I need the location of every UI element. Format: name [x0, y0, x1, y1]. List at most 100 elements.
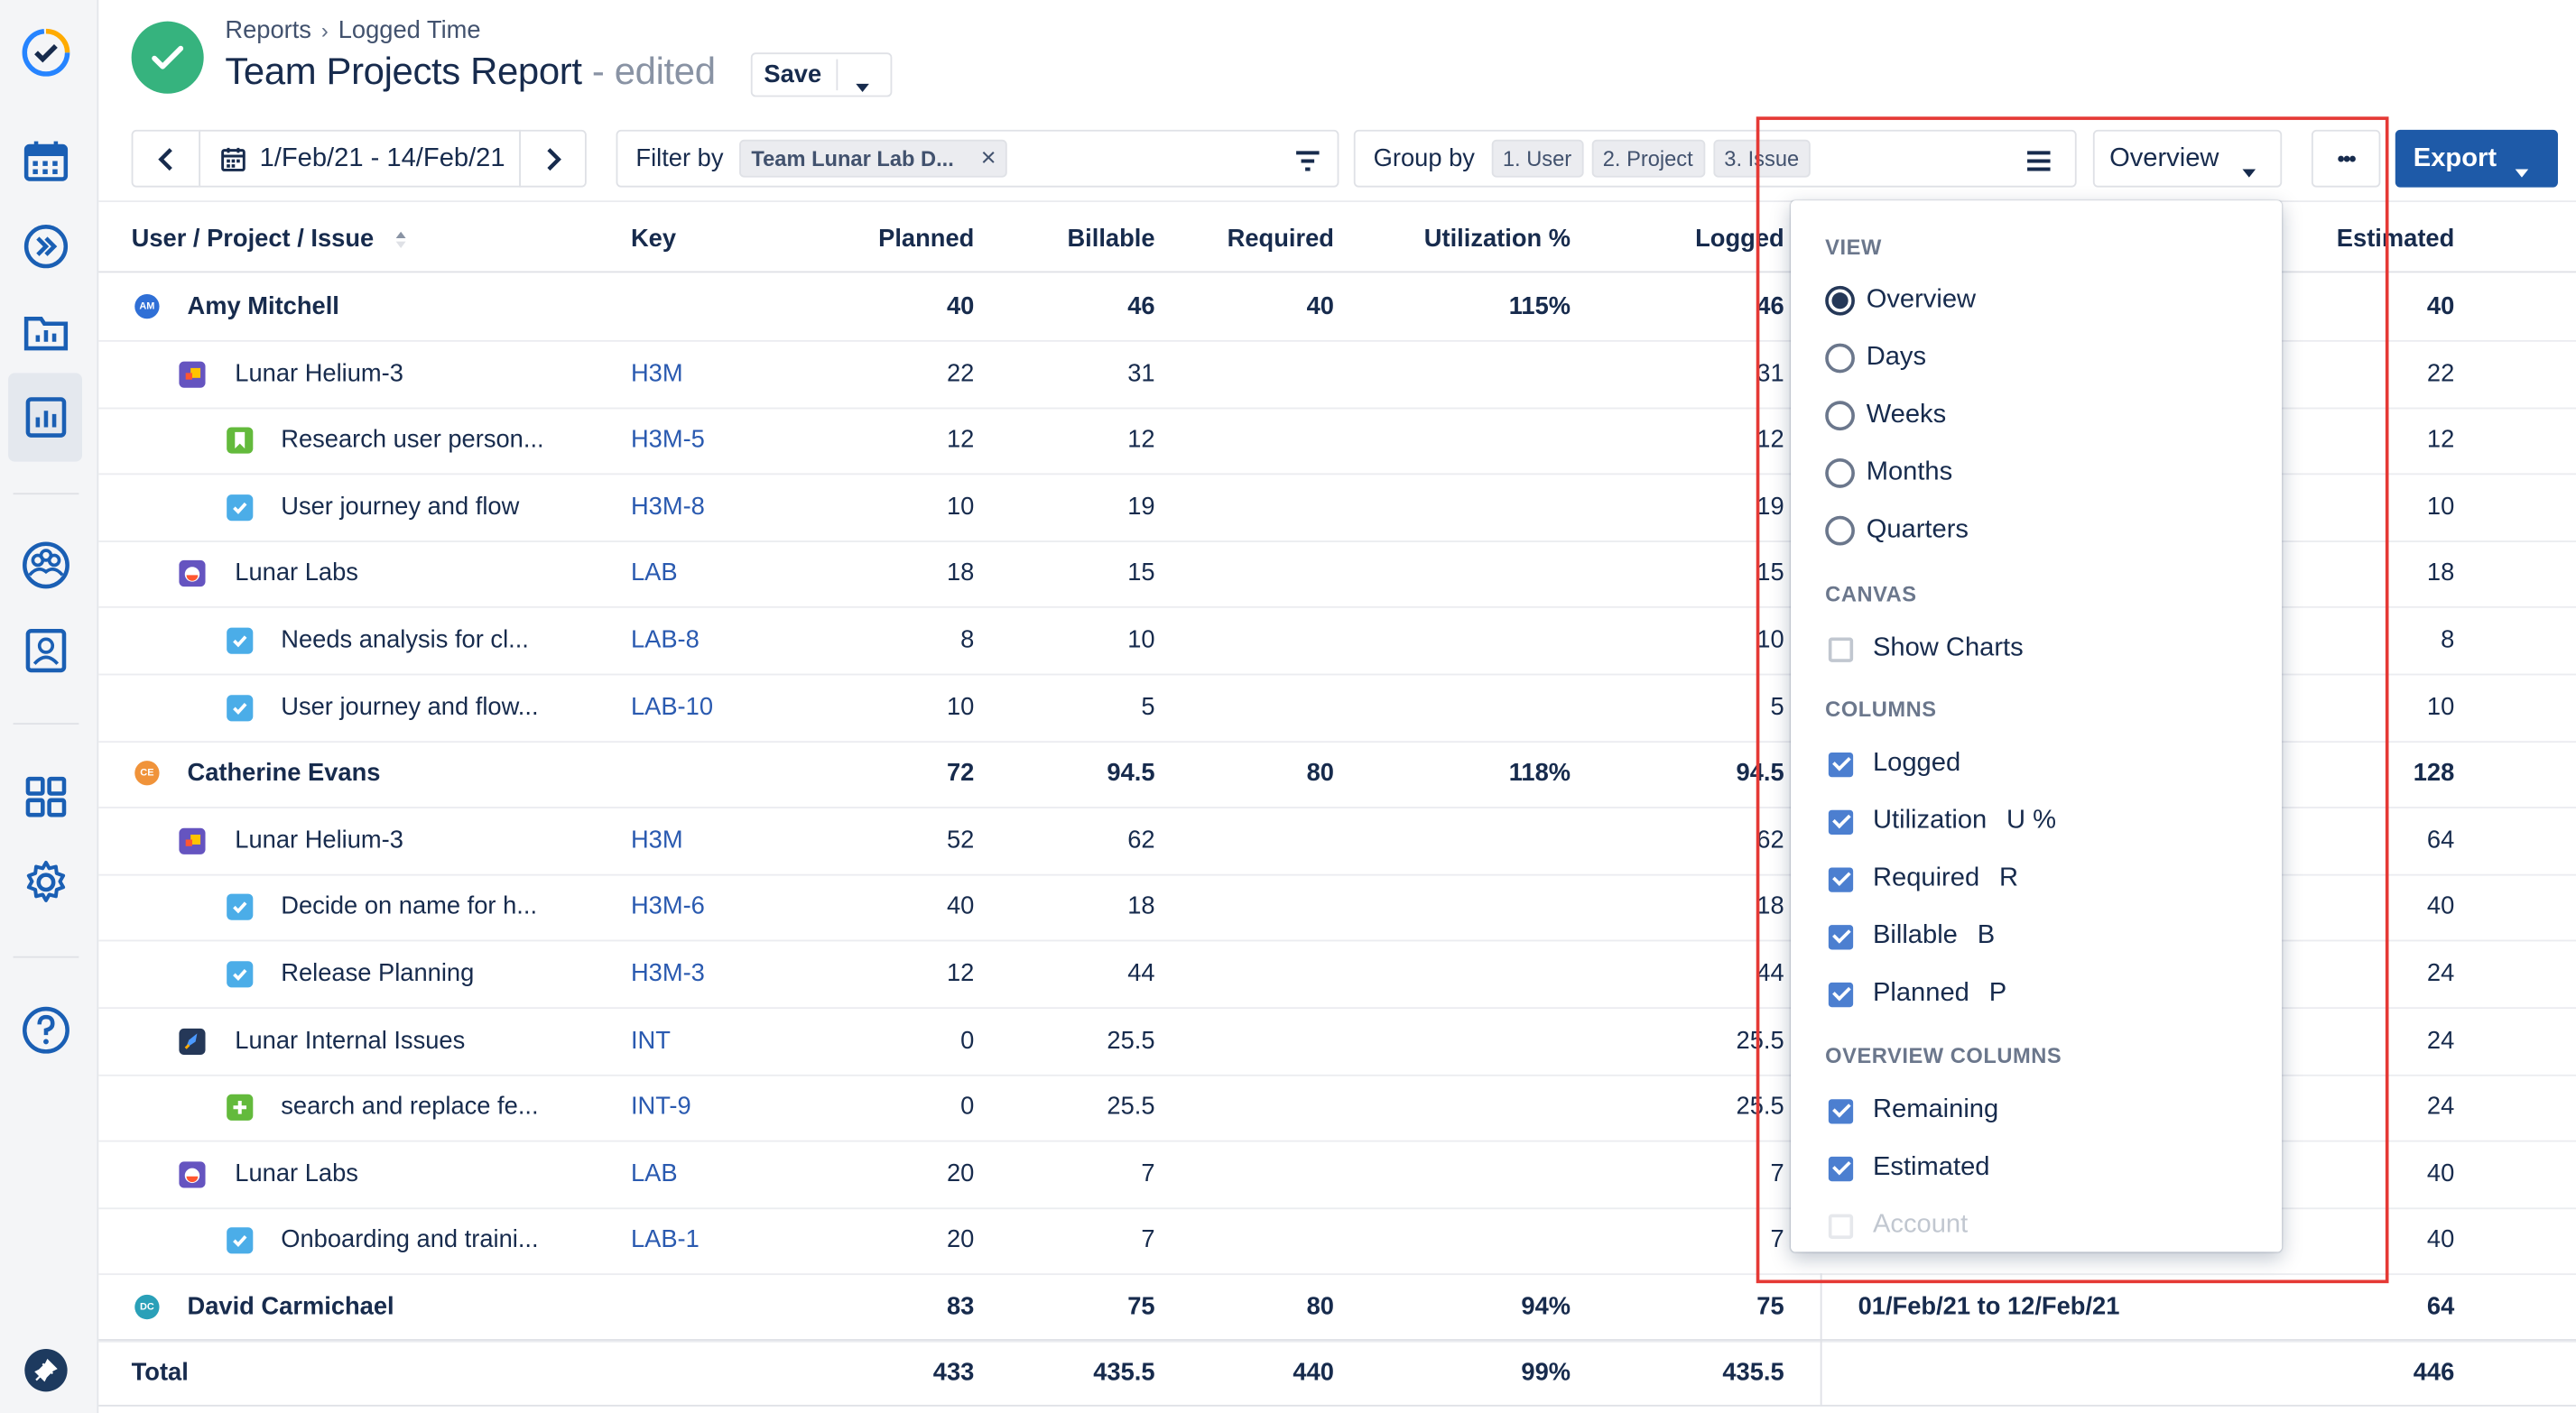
column-option-estimated[interactable]: Estimated	[1825, 1153, 1989, 1183]
checkbox-checked-icon[interactable]	[1828, 1098, 1854, 1123]
row-name[interactable]: User journey and flow...	[281, 693, 538, 721]
remove-filter-icon[interactable]: ×	[981, 143, 996, 173]
checkbox-unchecked-icon[interactable]	[1828, 636, 1854, 661]
issue-key-link[interactable]: H3M	[631, 359, 683, 387]
column-option-remaining[interactable]: Remaining	[1825, 1096, 1998, 1126]
column-header-estimated[interactable]: Estimated	[2257, 225, 2455, 253]
checkbox-checked-icon[interactable]	[1828, 1156, 1854, 1181]
row-name[interactable]: Lunar Helium-3	[235, 827, 403, 854]
column-header-planned[interactable]: Planned	[810, 225, 974, 253]
radio-unselected-icon[interactable]	[1825, 515, 1855, 546]
row-name[interactable]: Lunar Labs	[235, 559, 358, 587]
column-header-required[interactable]: Required	[1170, 225, 1334, 253]
column-option-planned[interactable]: Planned P	[1825, 980, 2006, 1010]
apps-grid-icon[interactable]	[20, 771, 72, 823]
next-period-button[interactable]	[519, 129, 587, 188]
sort-icon[interactable]	[394, 230, 407, 250]
more-actions-button[interactable]: •••	[2311, 129, 2381, 188]
help-icon[interactable]	[20, 1004, 72, 1057]
breadcrumb-logged-time-link[interactable]: Logged Time	[338, 16, 481, 44]
column-header-key[interactable]: Key	[631, 225, 676, 253]
issue-key-link[interactable]: H3M-6	[631, 892, 705, 920]
issue-key-link[interactable]: LAB-8	[631, 626, 700, 654]
app-logo-icon[interactable]	[20, 26, 72, 78]
view-option-months[interactable]: Months	[1825, 458, 1952, 488]
option-label: Billable	[1872, 922, 1958, 951]
previous-period-button[interactable]	[131, 129, 201, 188]
row-name[interactable]: Release Planning	[281, 959, 474, 987]
issue-key-link[interactable]: LAB	[631, 1159, 678, 1187]
row-name[interactable]: Amy Mitchell	[187, 292, 338, 320]
view-option-days[interactable]: Days	[1825, 343, 1926, 374]
issue-key-link[interactable]: H3M-5	[631, 426, 705, 454]
date-range-picker[interactable]: 1/Feb/21 - 14/Feb/21	[199, 129, 521, 188]
view-section-title: VIEW	[1825, 235, 1882, 260]
radio-unselected-icon[interactable]	[1825, 458, 1855, 488]
row-name[interactable]: Catherine Evans	[187, 760, 380, 788]
issue-key-link[interactable]: INT-9	[631, 1093, 691, 1121]
save-options-caret-icon[interactable]	[856, 70, 869, 98]
row-name[interactable]: Needs analysis for cl...	[281, 626, 529, 654]
export-button[interactable]: Export	[2395, 129, 2558, 188]
task-icon	[227, 627, 254, 654]
row-name[interactable]: David Carmichael	[187, 1293, 394, 1321]
filter-chip-team[interactable]: Team Lunar Lab D... ×	[739, 139, 1008, 178]
issue-key-link[interactable]: INT	[631, 1026, 671, 1054]
column-header-name[interactable]: User / Project / Issue	[132, 225, 407, 253]
user-card-icon[interactable]	[20, 624, 72, 677]
avatar-initials: AM	[139, 301, 155, 312]
column-header-logged[interactable]: Logged	[1620, 225, 1784, 253]
reports-icon[interactable]	[20, 391, 72, 443]
view-option-overview[interactable]: Overview	[1825, 285, 1976, 316]
pin-icon[interactable]	[20, 1344, 72, 1397]
row-name[interactable]: Lunar Helium-3	[235, 359, 403, 387]
issue-key-link[interactable]: LAB-10	[631, 693, 713, 721]
radio-unselected-icon[interactable]	[1825, 401, 1855, 431]
checkbox-checked-icon[interactable]	[1828, 808, 1854, 835]
column-header-utilization[interactable]: Utilization %	[1357, 225, 1571, 253]
checkbox-checked-icon[interactable]	[1828, 866, 1854, 892]
save-button[interactable]: Save	[764, 60, 821, 88]
radio-unselected-icon[interactable]	[1825, 343, 1855, 374]
view-option-weeks[interactable]: Weeks	[1825, 401, 1946, 431]
column-option-billable[interactable]: Billable B	[1825, 922, 1995, 952]
filter-icon[interactable]	[1294, 150, 1320, 172]
row-name[interactable]: Research user person...	[281, 426, 543, 454]
issue-key-link[interactable]: H3M-8	[631, 493, 705, 521]
radio-selected-icon[interactable]	[1825, 285, 1855, 316]
settings-gear-icon[interactable]	[20, 856, 72, 909]
row-name[interactable]: Decide on name for h...	[281, 892, 537, 920]
checkbox-checked-icon[interactable]	[1828, 924, 1854, 950]
issue-key-link[interactable]: LAB-1	[631, 1226, 700, 1254]
issue-key-link[interactable]: LAB	[631, 559, 678, 587]
column-option-show-charts[interactable]: Show Charts	[1825, 634, 2024, 664]
row-name[interactable]: Onboarding and traini...	[281, 1226, 538, 1254]
row-name[interactable]: search and replace fe...	[281, 1093, 538, 1121]
forward-circle-icon[interactable]	[20, 220, 72, 272]
column-option-required[interactable]: Required R	[1825, 864, 2018, 894]
calendar-icon[interactable]	[20, 134, 72, 187]
column-header-billable[interactable]: Billable	[991, 225, 1154, 253]
row-name[interactable]: Lunar Labs	[235, 1159, 358, 1187]
breadcrumb-reports-link[interactable]: Reports	[225, 16, 311, 44]
user-row[interactable]: DC David Carmichael 83 75 80 94% 75 01/Feb/21 t…	[98, 1275, 2576, 1343]
menu-lines-icon[interactable]	[2025, 150, 2052, 172]
checkbox-checked-icon[interactable]	[1828, 752, 1854, 777]
row-name[interactable]: User journey and flow	[281, 493, 519, 521]
column-option-utilization[interactable]: Utilization U %	[1825, 807, 2056, 836]
group-chip-project[interactable]: 2. Project	[1591, 139, 1705, 178]
column-option-logged[interactable]: Logged	[1825, 749, 1960, 779]
group-chip-issue[interactable]: 3. Issue	[1712, 139, 1811, 178]
group-by-bar[interactable]: Group by 1. User 2. Project 3. Issue	[1353, 129, 2077, 188]
team-icon[interactable]	[20, 539, 72, 591]
checkbox-checked-icon[interactable]	[1828, 982, 1854, 1008]
issue-key-link[interactable]: H3M-3	[631, 959, 705, 987]
view-dropdown-button[interactable]: Overview	[2092, 129, 2283, 188]
row-name[interactable]: Lunar Internal Issues	[235, 1026, 465, 1054]
view-option-quarters[interactable]: Quarters	[1825, 515, 1969, 546]
issue-key-link[interactable]: H3M	[631, 827, 683, 854]
checkbox-unchecked-icon[interactable]	[1828, 1213, 1854, 1239]
folder-chart-icon[interactable]	[20, 306, 72, 358]
filter-bar[interactable]: Filter by Team Lunar Lab D... ×	[616, 129, 1339, 188]
group-chip-user[interactable]: 1. User	[1491, 139, 1583, 178]
